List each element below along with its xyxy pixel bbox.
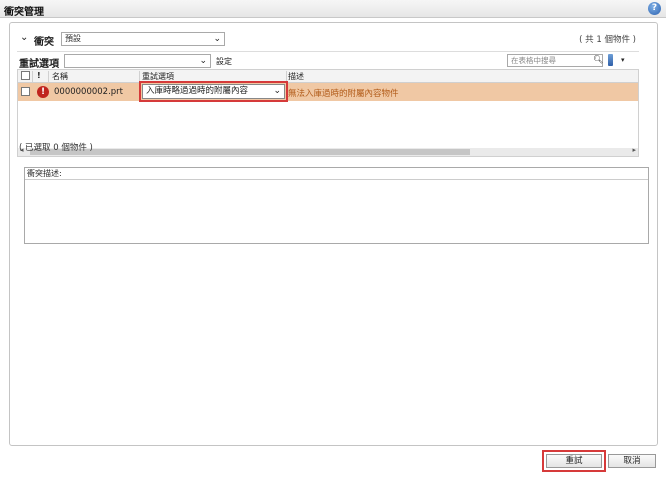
view-select-value: 預設 xyxy=(65,34,81,43)
chevron-down-icon: ⌄ xyxy=(199,56,207,66)
conflict-description-box: 衝突描述: xyxy=(24,167,649,244)
column-header-name[interactable]: 名稱 xyxy=(52,71,68,82)
object-count: ( 共 1 個物件 ) xyxy=(579,35,636,45)
title-bar: 衝突管理 ? xyxy=(0,0,666,18)
conflict-label: 衝突 xyxy=(34,37,54,48)
row-retry-option-value: 入庫時略過過時的附屬內容 xyxy=(146,86,249,96)
conflict-table: ! 名稱 重試選項 描述 ! 0000000002.prt 入庫時略過過時的附屬… xyxy=(17,69,639,157)
retry-button[interactable]: 重試 xyxy=(542,450,606,472)
row-description: 無法入庫過時的附屬內容物件 xyxy=(288,89,399,99)
row-checkbox[interactable] xyxy=(21,87,30,96)
menu-dropdown-icon[interactable]: ▾ xyxy=(621,56,625,64)
status-column-header: ! xyxy=(37,71,41,80)
view-select[interactable]: 預設 ⌄ xyxy=(61,32,225,46)
set-button[interactable]: 設定 xyxy=(216,56,232,67)
table-header: ! 名稱 重試選項 描述 xyxy=(18,70,638,84)
conflict-header: ⌄ 衝突 預設 ⌄ ( 共 1 個物件 ) xyxy=(20,31,640,48)
help-icon[interactable]: ? xyxy=(648,2,661,15)
column-header-description[interactable]: 描述 xyxy=(288,71,304,82)
select-all-checkbox[interactable] xyxy=(21,71,30,80)
table-search-input[interactable]: 在表格中搜尋 xyxy=(507,54,603,67)
row-name: 0000000002.prt xyxy=(54,87,124,97)
selected-count: ( 已選取 0 個物件 ) xyxy=(19,143,93,153)
search-placeholder: 在表格中搜尋 xyxy=(511,56,556,65)
retry-options-toolbar: 重試選項 ⌄ 設定 在表格中搜尋 🔍︎ ▾ xyxy=(17,51,639,70)
retry-options-dropdown[interactable]: ⌄ xyxy=(64,54,211,68)
horizontal-scrollbar[interactable]: ◂ ▸ xyxy=(18,146,638,156)
row-retry-option-select[interactable]: 入庫時略過過時的附屬內容 ⌄ xyxy=(139,81,288,102)
chevron-down-icon: ⌄ xyxy=(273,86,281,96)
conflict-description-label: 衝突描述: xyxy=(25,168,648,180)
collapse-chevron-icon[interactable]: ⌄ xyxy=(20,32,28,43)
retry-options-label: 重試選項 xyxy=(19,59,59,70)
window-title: 衝突管理 xyxy=(4,7,44,18)
error-icon: ! xyxy=(37,86,49,98)
scroll-right-icon[interactable]: ▸ xyxy=(632,146,636,154)
column-header-retry-option[interactable]: 重試選項 xyxy=(142,71,174,82)
chevron-down-icon: ⌄ xyxy=(213,34,221,44)
cancel-button[interactable]: 取消 xyxy=(608,454,656,468)
filter-icon[interactable] xyxy=(608,54,613,66)
table-row[interactable]: ! 0000000002.prt 入庫時略過過時的附屬內容 ⌄ 無法入庫過時的附… xyxy=(18,81,638,102)
search-icon[interactable]: 🔍︎ xyxy=(593,55,603,64)
conflict-panel: ⌄ 衝突 預設 ⌄ ( 共 1 個物件 ) 重試選項 ⌄ 設定 在表格中搜尋 🔍… xyxy=(9,22,658,446)
scrollbar-thumb[interactable] xyxy=(30,149,470,155)
